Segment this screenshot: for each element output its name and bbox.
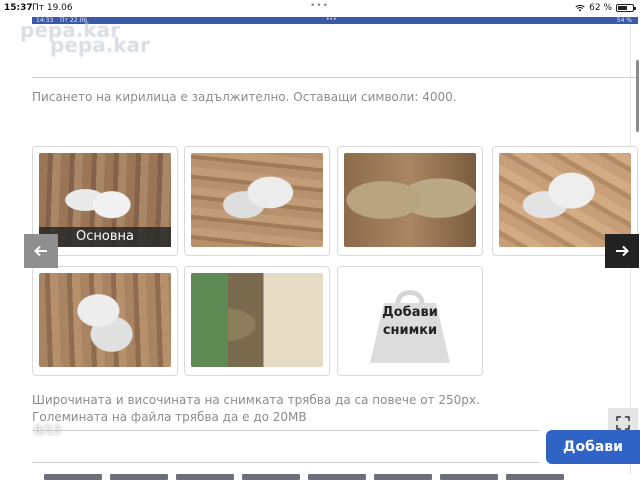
image-size-note: Широчината и височината на снимката тряб… — [32, 393, 480, 407]
gallery-viewer: 15:37 Пт 19.06 ••• 62 % 14:33 Пт 22.06 •… — [0, 0, 640, 480]
divider — [32, 462, 540, 463]
photo-thumbnail[interactable] — [184, 266, 330, 376]
strip-thumbnail[interactable] — [440, 474, 498, 480]
divider — [32, 430, 540, 431]
cyrillic-hint: Писането на кирилица е задължително. Ост… — [32, 90, 457, 104]
arrow-right-icon — [616, 245, 629, 257]
slippers-photo — [344, 153, 476, 247]
next-image-button[interactable] — [605, 234, 639, 268]
submit-add-button[interactable]: Добави — [546, 430, 640, 464]
strip-thumbnail[interactable] — [44, 474, 102, 480]
embedded-battery: 54 % — [616, 17, 632, 24]
strip-thumbnail[interactable] — [110, 474, 168, 480]
file-size-note: Големината на файла трябва да е до 20MB — [32, 410, 307, 424]
divider — [32, 77, 638, 78]
strip-thumbnail[interactable] — [176, 474, 234, 480]
status-time: 15:37 — [4, 3, 33, 13]
previous-image-button[interactable] — [24, 234, 58, 268]
wifi-icon — [575, 4, 585, 12]
main-photo-label: Основна — [39, 227, 171, 247]
add-photos-label: снимки — [382, 323, 438, 338]
status-date: Пт 19.06 — [32, 3, 73, 13]
watermark: pepa.kar — [50, 33, 150, 57]
battery-percent: 62 % — [589, 3, 612, 13]
strip-thumbnail[interactable] — [374, 474, 432, 480]
status-bar: 15:37 Пт 19.06 ••• 62 % — [0, 0, 640, 18]
slippers-photo — [191, 273, 323, 367]
strip-thumbnail[interactable] — [242, 474, 300, 480]
slippers-photo — [191, 153, 323, 247]
thumbnail-strip — [0, 474, 640, 480]
arrow-left-icon — [34, 245, 47, 257]
status-right: 62 % — [575, 3, 636, 13]
battery-icon — [616, 4, 636, 12]
add-photos-label: Добави — [382, 305, 438, 320]
photo-thumbnail[interactable] — [32, 266, 178, 376]
slippers-photo — [39, 273, 171, 367]
photo-thumbnail[interactable] — [184, 146, 330, 256]
slippers-photo — [499, 153, 631, 247]
embedded-dots-icon: ••• — [326, 16, 337, 23]
embedded-status-bar: 14:33 Пт 22.06 ••• 54 % — [32, 16, 638, 24]
strip-thumbnail[interactable] — [506, 474, 564, 480]
strip-thumbnail[interactable] — [308, 474, 366, 480]
image-counter: 8/13 — [34, 423, 61, 437]
battery-fill — [618, 6, 627, 10]
add-photos-button[interactable]: Добави снимки — [337, 266, 483, 376]
scrollbar[interactable] — [636, 60, 639, 132]
multitask-dots-icon[interactable]: ••• — [310, 1, 329, 11]
fullscreen-icon — [616, 416, 630, 430]
photo-thumbnail[interactable] — [337, 146, 483, 256]
